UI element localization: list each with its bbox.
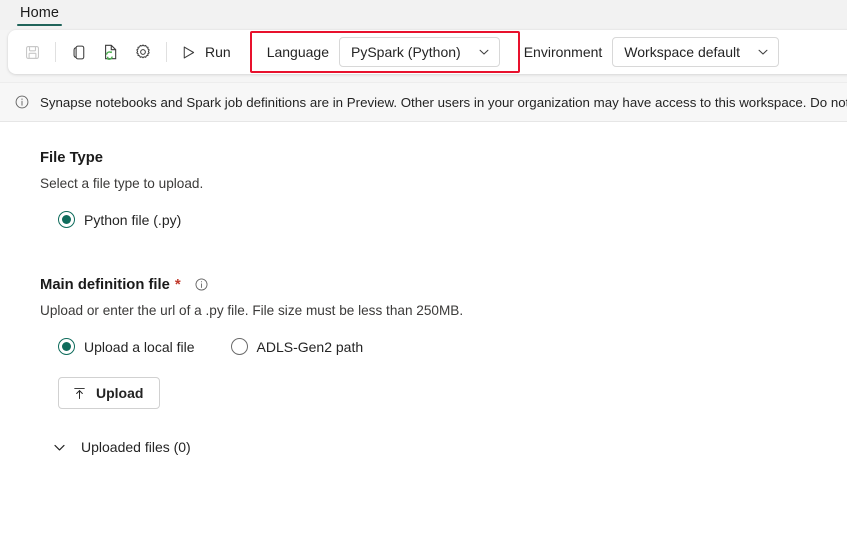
tab-strip: Home <box>0 0 847 30</box>
preview-banner-text: Synapse notebooks and Spark job definiti… <box>40 94 847 110</box>
environment-dropdown-value: Workspace default <box>624 44 740 60</box>
radio-upload-local-file-label: Upload a local file <box>84 338 195 355</box>
settings-button[interactable] <box>127 37 159 67</box>
main-definition-file-section: Main definition file * Upload or enter t… <box>40 276 807 460</box>
main-definition-file-radio-group: Upload a local file ADLS-Gen2 path <box>58 338 807 355</box>
info-icon[interactable] <box>194 277 209 292</box>
run-label: Run <box>205 44 231 60</box>
radio-indicator <box>58 338 75 355</box>
tab-home[interactable]: Home <box>14 0 65 30</box>
refresh-document-icon <box>102 43 120 61</box>
file-type-description: Select a file type to upload. <box>40 176 204 191</box>
radio-upload-local-file[interactable]: Upload a local file <box>58 338 195 355</box>
radio-python-file-label: Python file (.py) <box>84 211 182 228</box>
environment-field: Environment Workspace default <box>524 36 779 68</box>
upload-icon <box>72 386 87 401</box>
language-dropdown-value: PySpark (Python) <box>350 44 461 60</box>
radio-indicator <box>230 338 248 355</box>
uploaded-files-toggle[interactable]: Uploaded files (0) <box>52 439 191 455</box>
language-field: Language PySpark (Python) <box>267 36 500 68</box>
main-definition-file-description: Upload or enter the url of a .py file. F… <box>40 303 464 318</box>
file-type-radio-group: Python file (.py) <box>58 211 807 228</box>
copy-button[interactable] <box>63 37 95 67</box>
language-label: Language <box>266 44 329 60</box>
save-button[interactable] <box>16 37 48 67</box>
save-icon <box>24 44 41 61</box>
toolbar-divider-2 <box>166 42 167 62</box>
upload-button[interactable]: Upload <box>58 377 161 409</box>
file-type-section: File Type Select a file type to upload. … <box>40 150 807 228</box>
toolbar-divider-1 <box>55 42 56 62</box>
play-icon <box>180 44 197 61</box>
upload-button-label: Upload <box>96 385 144 401</box>
upload-button-wrap: Upload <box>58 355 807 409</box>
file-type-title: File Type <box>40 150 807 166</box>
run-button[interactable]: Run <box>174 37 241 67</box>
toolbar-divider-3 <box>249 42 251 62</box>
radio-adls-gen2-path-label: ADLS-Gen2 path <box>256 338 364 355</box>
chevron-down-icon <box>477 45 491 59</box>
tab-home-label: Home <box>20 5 60 21</box>
language-dropdown[interactable]: PySpark (Python) <box>338 37 500 67</box>
file-type-title-label: File Type <box>40 150 104 166</box>
chevron-down-icon <box>756 45 770 59</box>
main-definition-file-title-label: Main definition file <box>40 276 170 293</box>
main-definition-file-title: Main definition file * <box>40 276 807 293</box>
required-asterisk: * <box>174 276 181 293</box>
app-window: Home Run Language PySpark (Python) Envir… <box>0 0 847 534</box>
preview-banner: Synapse notebooks and Spark job definiti… <box>0 82 847 122</box>
radio-adls-gen2-path[interactable]: ADLS-Gen2 path <box>230 338 364 355</box>
radio-python-file[interactable]: Python file (.py) <box>58 211 181 228</box>
radio-indicator <box>58 211 75 228</box>
tab-active-indicator <box>17 23 63 26</box>
gear-icon <box>134 43 152 61</box>
info-icon <box>14 94 30 110</box>
chevron-down-icon <box>52 440 67 455</box>
uploaded-files-label: Uploaded files (0) <box>81 439 191 455</box>
main-content: File Type Select a file type to upload. … <box>0 122 847 534</box>
environment-dropdown[interactable]: Workspace default <box>612 37 779 67</box>
toolbar: Run Language PySpark (Python) Environmen… <box>8 30 847 74</box>
environment-label: Environment <box>523 44 603 60</box>
copy-icon <box>71 44 88 61</box>
refresh-document-button[interactable] <box>95 37 127 67</box>
